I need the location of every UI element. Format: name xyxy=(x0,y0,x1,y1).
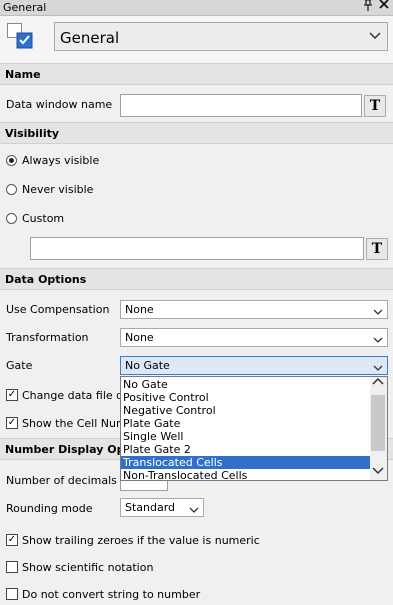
custom-visibility-input[interactable] xyxy=(30,237,364,260)
rounding-mode-label: Rounding mode xyxy=(6,502,93,515)
gate-option[interactable]: No Gate xyxy=(121,378,373,391)
gate-option[interactable]: Positive Control xyxy=(121,391,373,404)
always-visible-label: Always visible xyxy=(22,154,100,167)
section-name-title: Name xyxy=(5,68,41,81)
custom-visibility-text-format-button[interactable]: T xyxy=(366,238,388,260)
show-scientific-notation-checkbox[interactable] xyxy=(6,561,18,573)
show-scientific-notation-label: Show scientific notation xyxy=(22,561,154,574)
rounding-mode-dropdown[interactable]: Standard xyxy=(120,498,204,517)
data-window-name-text-format-button[interactable]: T xyxy=(364,95,386,117)
rounding-mode-value: Standard xyxy=(125,501,176,514)
use-compensation-dropdown[interactable]: None xyxy=(120,300,388,319)
gate-dropdown[interactable]: No Gate xyxy=(120,356,388,375)
custom-radio[interactable] xyxy=(6,213,17,224)
number-of-decimals-label: Number of decimals xyxy=(6,474,117,487)
section-data-options-title: Data Options xyxy=(5,273,87,286)
gate-value: No Gate xyxy=(125,359,170,372)
section-visibility: Visibility xyxy=(0,122,393,144)
data-window-name-input[interactable] xyxy=(120,94,362,117)
show-trailing-zeroes-checkbox[interactable]: ✓ xyxy=(6,534,18,546)
chevron-down-icon xyxy=(369,29,381,43)
change-data-file-checkbox[interactable]: ✓ xyxy=(6,389,18,401)
no-convert-string-checkbox[interactable] xyxy=(6,588,18,600)
gate-list-scroll-thumb[interactable] xyxy=(371,395,385,451)
chevron-down-icon xyxy=(373,306,383,319)
gate-option[interactable]: Plate Gate xyxy=(121,417,373,430)
use-compensation-value: None xyxy=(125,303,154,316)
chevron-down-icon xyxy=(373,334,383,347)
data-window-name-label: Data window name xyxy=(6,98,113,111)
title-bar xyxy=(0,0,393,16)
gate-options-list[interactable]: No Gate Positive Control Negative Contro… xyxy=(120,376,388,481)
change-data-file-label: Change data file du xyxy=(22,389,131,402)
general-page-dropdown[interactable]: General xyxy=(54,22,388,51)
custom-label: Custom xyxy=(22,212,65,225)
window-title: General xyxy=(3,1,47,14)
show-cell-number-label: Show the Cell Num xyxy=(22,417,127,430)
transformation-label: Transformation xyxy=(6,331,89,344)
pin-icon[interactable] xyxy=(362,0,374,15)
section-data-options: Data Options xyxy=(0,268,393,290)
section-name: Name xyxy=(0,63,393,85)
scroll-down-icon[interactable] xyxy=(372,467,384,478)
never-visible-label: Never visible xyxy=(22,183,94,196)
show-cell-number-checkbox[interactable]: ✓ xyxy=(6,417,18,429)
gate-option[interactable]: Negative Control xyxy=(121,404,373,417)
transformation-dropdown[interactable]: None xyxy=(120,328,388,347)
use-compensation-label: Use Compensation xyxy=(6,303,110,316)
scroll-up-icon[interactable] xyxy=(372,377,384,388)
gate-label: Gate xyxy=(6,359,33,372)
gate-option-highlighted[interactable]: Translocated Cells xyxy=(121,456,373,469)
gate-option[interactable]: Plate Gate 2 xyxy=(121,443,373,456)
chevron-down-icon xyxy=(189,504,199,517)
never-visible-radio[interactable] xyxy=(6,184,17,195)
section-visibility-title: Visibility xyxy=(5,127,60,140)
transformation-value: None xyxy=(125,331,154,344)
always-visible-radio[interactable] xyxy=(6,155,17,166)
chevron-down-icon xyxy=(373,362,383,375)
gate-option[interactable]: Single Well xyxy=(121,430,373,443)
gate-option[interactable]: Non-Translocated Cells xyxy=(121,469,373,480)
general-window-checkbox-icon xyxy=(7,23,33,49)
show-trailing-zeroes-label: Show trailing zeroes if the value is num… xyxy=(22,534,260,547)
close-icon[interactable] xyxy=(378,0,390,14)
general-page-value: General xyxy=(60,29,120,47)
no-convert-string-label: Do not convert string to number xyxy=(22,588,201,601)
